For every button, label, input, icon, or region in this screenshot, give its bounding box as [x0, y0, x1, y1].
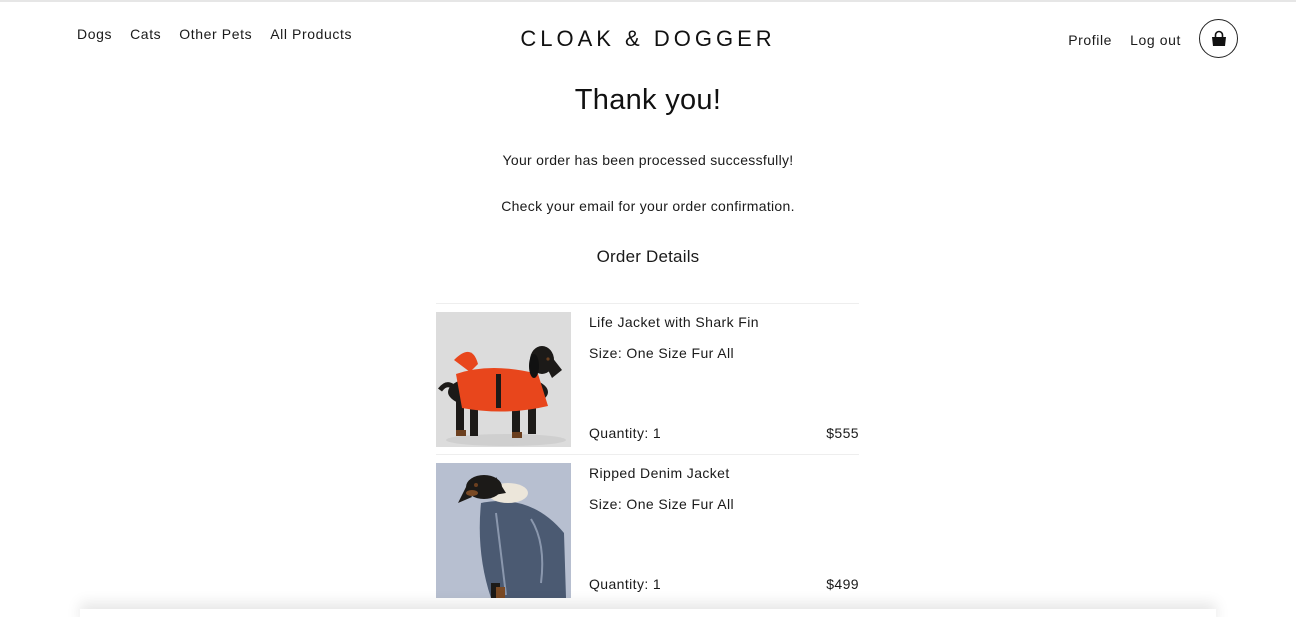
- item-size: Size: One Size Fur All: [589, 345, 734, 361]
- order-items-list: Life Jacket with Shark Fin Size: One Siz…: [436, 303, 859, 605]
- logout-link[interactable]: Log out: [1130, 32, 1181, 48]
- email-confirmation-message: Check your email for your order confirma…: [501, 198, 795, 214]
- item-price: $499: [826, 576, 859, 592]
- item-name[interactable]: Ripped Denim Jacket: [589, 465, 730, 481]
- cart-button[interactable]: [1199, 19, 1238, 58]
- order-confirmation-page: Dogs Cats Other Pets All Products CLOAK …: [0, 0, 1296, 617]
- page-title: Thank you!: [574, 84, 722, 116]
- order-processed-message: Your order has been processed successful…: [502, 152, 794, 168]
- bottom-scroll-shadow: [80, 609, 1216, 617]
- product-image-life-jacket[interactable]: [436, 312, 571, 447]
- account-nav: Profile Log out: [1068, 19, 1238, 58]
- item-name[interactable]: Life Jacket with Shark Fin: [589, 314, 759, 330]
- order-details-heading: Order Details: [596, 247, 700, 266]
- order-item: Ripped Denim Jacket Size: One Size Fur A…: [436, 454, 859, 605]
- item-size: Size: One Size Fur All: [589, 496, 734, 512]
- item-quantity: Quantity: 1: [589, 425, 662, 441]
- shopping-bag-icon: [1211, 30, 1226, 46]
- order-item: Life Jacket with Shark Fin Size: One Siz…: [436, 303, 859, 454]
- product-image-denim-jacket[interactable]: [436, 463, 571, 598]
- item-quantity: Quantity: 1: [589, 576, 662, 592]
- item-price: $555: [826, 425, 859, 441]
- profile-link[interactable]: Profile: [1068, 32, 1112, 48]
- confirmation-content: Thank you! Your order has been processed…: [0, 84, 1296, 266]
